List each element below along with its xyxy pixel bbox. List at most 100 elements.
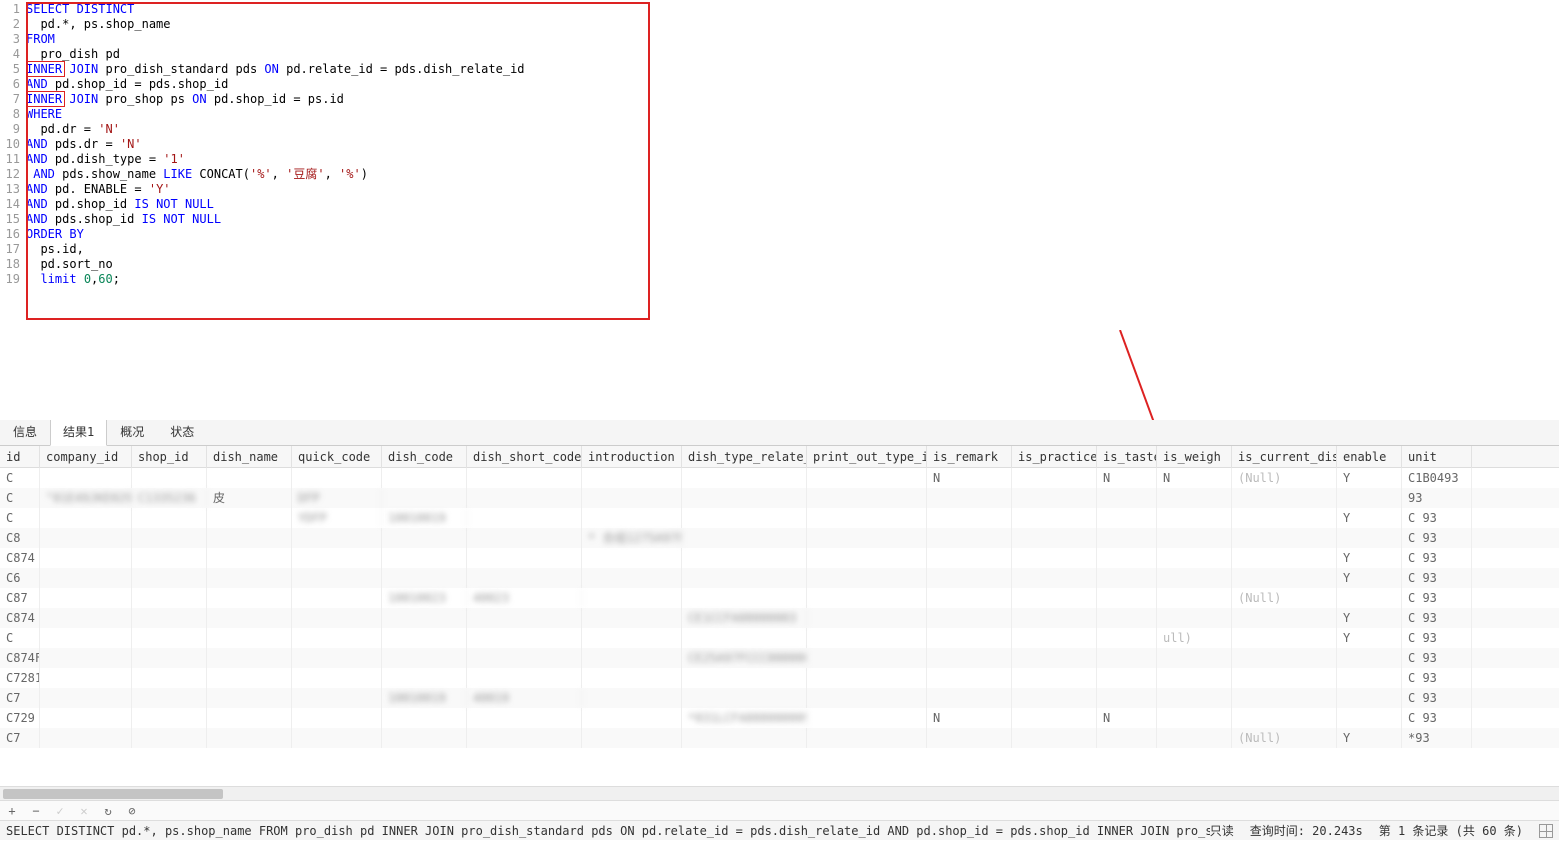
table-row[interactable]: C71001001940019C 93	[0, 688, 1559, 708]
cell-is_taste[interactable]	[1097, 688, 1157, 708]
code-line[interactable]: AND pds.dr = 'N'	[26, 137, 525, 152]
cell-quick_code[interactable]	[292, 568, 382, 588]
cell-shop_id[interactable]	[132, 548, 207, 568]
cell-quick_code[interactable]	[292, 528, 382, 548]
cell-shop_id[interactable]: C1335236	[132, 488, 207, 508]
cell-company_id[interactable]	[40, 588, 132, 608]
table-row[interactable]: C"01E49JKE029JHBC1335236皮DFP93	[0, 488, 1559, 508]
cell-quick_code[interactable]	[292, 608, 382, 628]
cell-introduction[interactable]	[582, 488, 682, 508]
cell-print_out_type_id[interactable]	[807, 608, 927, 628]
cell-is_remark[interactable]	[927, 648, 1012, 668]
cell-is_taste[interactable]	[1097, 668, 1157, 688]
column-header-print_out_type_id[interactable]: print_out_type_id	[807, 446, 927, 468]
table-row[interactable]: C729*031LCFA8880000091NNNC 93	[0, 708, 1559, 728]
cell-print_out_type_id[interactable]	[807, 728, 927, 748]
refresh-button[interactable]: ↻	[100, 803, 116, 819]
cell-is_practice[interactable]	[1012, 668, 1097, 688]
cell-is_practice[interactable]	[1012, 628, 1097, 648]
cell-unit[interactable]: C 93	[1402, 668, 1472, 688]
cell-unit[interactable]: C 93	[1402, 508, 1472, 528]
cell-is_practice[interactable]	[1012, 488, 1097, 508]
cell-is_weigh[interactable]	[1157, 588, 1232, 608]
cell-quick_code[interactable]	[292, 708, 382, 728]
cell-dish_type_relate_id[interactable]	[682, 508, 807, 528]
cell-enable[interactable]	[1337, 528, 1402, 548]
cell-print_out_type_id[interactable]	[807, 708, 927, 728]
cell-is_remark[interactable]: N	[927, 708, 1012, 728]
table-row[interactable]: C874CE1CCFA08000003YC 93	[0, 608, 1559, 628]
cell-is_current_dish[interactable]	[1232, 568, 1337, 588]
code-line[interactable]: AND pd. ENABLE = 'Y'	[26, 182, 525, 197]
cell-enable[interactable]	[1337, 588, 1402, 608]
cell-id[interactable]: C7281	[0, 668, 40, 688]
cell-unit[interactable]: C 93	[1402, 548, 1472, 568]
cell-shop_id[interactable]	[132, 528, 207, 548]
scrollbar-thumb[interactable]	[3, 789, 223, 799]
cell-introduction[interactable]	[582, 568, 682, 588]
cell-dish_type_relate_id[interactable]	[682, 568, 807, 588]
column-header-is_remark[interactable]: is_remark	[927, 446, 1012, 468]
cell-introduction[interactable]	[582, 648, 682, 668]
cell-unit[interactable]: C 93	[1402, 628, 1472, 648]
cell-company_id[interactable]	[40, 548, 132, 568]
cell-shop_id[interactable]	[132, 508, 207, 528]
cell-dish_type_relate_id[interactable]	[682, 528, 807, 548]
table-row[interactable]: C8* 合组1275A97FCCC0000008F0 C31CCFA888000…	[0, 528, 1559, 548]
column-header-is_weigh[interactable]: is_weigh	[1157, 446, 1232, 468]
cell-quick_code[interactable]: YDFP	[292, 508, 382, 528]
cell-is_weigh[interactable]	[1157, 708, 1232, 728]
cell-dish_type_relate_id[interactable]	[682, 468, 807, 488]
cell-company_id[interactable]	[40, 528, 132, 548]
cell-is_current_dish[interactable]: (Null)	[1232, 468, 1337, 488]
cell-is_remark[interactable]	[927, 608, 1012, 628]
cell-dish_type_relate_id[interactable]	[682, 588, 807, 608]
cell-is_taste[interactable]: N	[1097, 468, 1157, 488]
table-row[interactable]: C871001002340023(Null)C 93	[0, 588, 1559, 608]
cell-id[interactable]: C	[0, 468, 40, 488]
cell-is_taste[interactable]	[1097, 608, 1157, 628]
cell-is_current_dish[interactable]	[1232, 608, 1337, 628]
cell-quick_code[interactable]	[292, 728, 382, 748]
cell-introduction[interactable]	[582, 608, 682, 628]
cell-shop_id[interactable]	[132, 688, 207, 708]
cell-dish_code[interactable]	[382, 728, 467, 748]
cell-is_practice[interactable]	[1012, 708, 1097, 728]
cell-dish_short_code[interactable]	[467, 728, 582, 748]
cell-dish_name[interactable]	[207, 728, 292, 748]
cell-dish_name[interactable]	[207, 528, 292, 548]
code-line[interactable]: pd.sort_no	[26, 257, 525, 272]
cell-dish_name[interactable]	[207, 708, 292, 728]
cell-company_id[interactable]	[40, 608, 132, 628]
cell-is_practice[interactable]	[1012, 528, 1097, 548]
cell-introduction[interactable]	[582, 588, 682, 608]
cell-unit[interactable]: *93	[1402, 728, 1472, 748]
tab-status[interactable]: 状态	[157, 417, 207, 445]
cell-is_current_dish[interactable]	[1232, 628, 1337, 648]
cell-unit[interactable]: C 93	[1402, 568, 1472, 588]
cell-id[interactable]: C8	[0, 528, 40, 548]
cell-is_taste[interactable]: N	[1097, 708, 1157, 728]
cell-is_current_dish[interactable]	[1232, 548, 1337, 568]
code-line[interactable]: WHERE	[26, 107, 525, 122]
cell-quick_code[interactable]	[292, 588, 382, 608]
cell-id[interactable]: C	[0, 508, 40, 528]
cell-dish_short_code[interactable]	[467, 548, 582, 568]
cell-dish_short_code[interactable]	[467, 568, 582, 588]
cell-shop_id[interactable]	[132, 668, 207, 688]
cell-is_weigh[interactable]: ull)	[1157, 628, 1232, 648]
cell-company_id[interactable]	[40, 568, 132, 588]
cell-print_out_type_id[interactable]	[807, 668, 927, 688]
code-line[interactable]: pd.dr = 'N'	[26, 122, 525, 137]
code-line[interactable]: SELECT DISTINCT	[26, 2, 525, 17]
cell-dish_type_relate_id[interactable]	[682, 728, 807, 748]
cell-dish_short_code[interactable]	[467, 628, 582, 648]
cell-is_taste[interactable]	[1097, 508, 1157, 528]
cell-is_weigh[interactable]	[1157, 568, 1232, 588]
cell-dish_code[interactable]	[382, 708, 467, 728]
cell-unit[interactable]: C 93	[1402, 688, 1472, 708]
cell-is_weigh[interactable]	[1157, 508, 1232, 528]
cell-is_remark[interactable]	[927, 688, 1012, 708]
cell-dish_name[interactable]	[207, 608, 292, 628]
cell-enable[interactable]: Y	[1337, 508, 1402, 528]
